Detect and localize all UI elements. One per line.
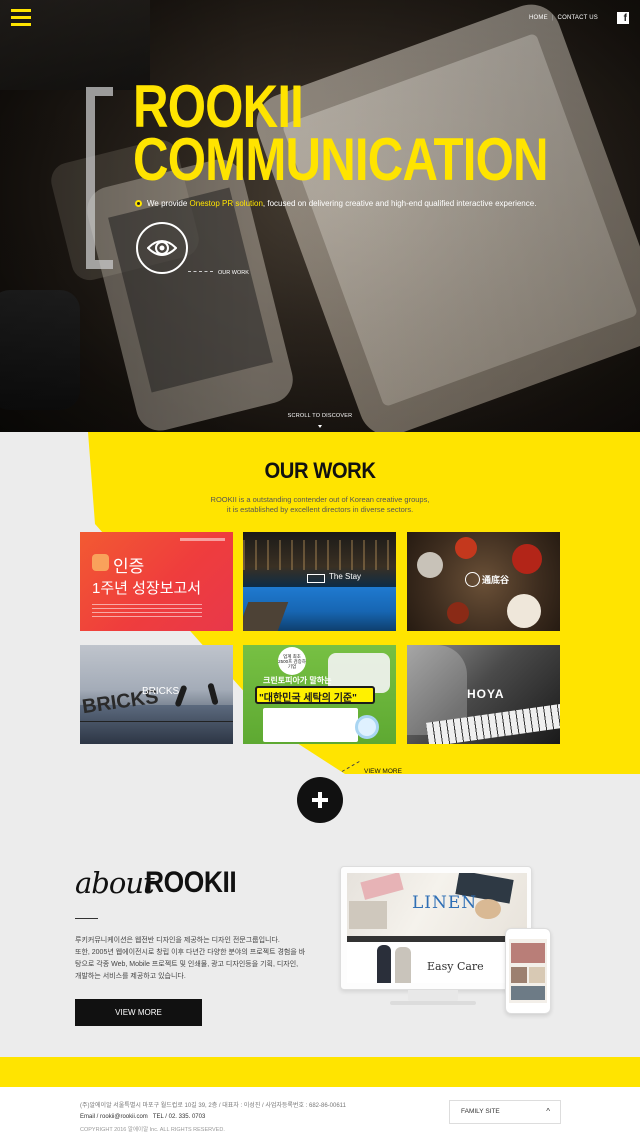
about-brand-title: ROOKII [145,866,237,899]
work-tile-the-stay[interactable]: The Stay [243,532,396,631]
top-links-separator: | [551,15,554,21]
tile-subtitle: 크린토피아가 말하는 [263,676,332,685]
footer-accent-band [0,1057,640,1087]
phone-image [511,967,527,983]
hero-title: ROOKII COMMUNICATION [133,77,549,193]
bullet-icon [135,200,142,207]
screen-slogan: Easy Care [427,960,484,973]
bowl [455,537,477,559]
about-text-line: 또한, 2005년 웹에이전시로 창립 이후 다년간 다양한 분야의 프로젝트 … [75,949,306,956]
work-tile-bricks[interactable]: BRICKS BRICKS [80,645,233,744]
tile-title: BRICKS [142,686,180,697]
hero-desc-suffix: , focused on delivering creative and hig… [262,199,537,208]
bowl [417,552,443,578]
t-logo-icon [92,554,109,571]
screen-model [377,945,391,983]
footer-copyright: COPYRIGHT 2016 알에이알 Inc. ALL RIGHTS RESE… [80,1127,225,1133]
about-view-more-button[interactable]: VIEW MORE [75,999,202,1026]
tile-text-lines [92,604,202,620]
tile-card [263,708,358,742]
screen-garment [349,901,387,929]
work-tile-restaurant[interactable]: 通底谷 [407,532,560,631]
plus-icon[interactable] [297,777,343,823]
hero-desc-highlight: Onestop PR solution [189,199,263,208]
about-divider [75,918,98,919]
tile-badge-text: 업계 최초 2500프 검증하기업 [278,654,306,669]
tile-subtitle: 1주년 성장보고서 [92,580,202,597]
bracket-decoration [86,87,113,269]
our-work-connector [188,271,213,272]
scroll-to-discover[interactable]: SCROLL TO DISCOVER [0,413,640,419]
phone-image [511,986,545,1000]
the-stay-logo-icon [307,574,325,583]
tile-title: The Stay [329,572,362,581]
footer-info: (주)알에이알 서울특별시 마포구 월드컵로 10길 39, 2층 / 대표자 … [80,1101,346,1123]
about-description: 루키커뮤니케이션은 웹전반 디자인을 제공하는 디자인 전문그룹입니다. 또한,… [75,935,325,983]
monitor-screen: LINEN Easy Care [347,873,527,983]
hero-desc-prefix: We provide [147,199,190,208]
monitor-mockup: LINEN Easy Care [340,866,532,990]
tile-title: 通底谷 [482,575,510,585]
footer-email-label: Email / [80,1114,101,1120]
hamburger-menu-icon[interactable] [11,9,31,27]
phone-screen [509,939,547,1003]
family-site-select[interactable]: FAMILY SITE ^ [449,1100,561,1124]
about-text-line: 루키커뮤니케이션은 웹전반 디자인을 제공하는 디자인 전문그룹입니다. [75,937,280,944]
footer-tel: 02. 335. 0703 [168,1114,206,1120]
work-tile-certification-report[interactable]: 인증 1주년 성장보고서 [80,532,233,631]
work-tile-cleantopia[interactable]: 업계 최초 2500프 검증하기업 크린토피아가 말하는 "대한민국 세탁의 기… [243,645,396,744]
screen-hat [475,899,501,919]
our-work-subtitle: ROOKII is a outstanding contender out of… [0,495,640,514]
footer-address: (주)알에이알 서울특별시 마포구 월드컵로 10길 39, 2층 / 대표자 … [80,1103,346,1109]
restaurant-logo-icon [465,572,480,587]
tile-lights [243,540,396,570]
footer-contact: Email / rookii@rookii.com TEL / 02. 335.… [80,1112,346,1123]
screen-nav-bar [347,936,527,942]
top-links: HOME | CONTACT US [529,15,598,21]
bowl [447,602,469,624]
contact-link[interactable]: CONTACT US [558,15,598,21]
phone-image [529,967,545,983]
tile-tagline [180,538,225,541]
facebook-icon[interactable]: f [617,12,629,24]
home-link[interactable]: HOME [529,15,548,21]
tile-title: "대한민국 세탁의 기준" [259,693,357,704]
screen-brand: LINEN [412,893,478,913]
about-script-title: about [75,866,155,900]
footer-tel-label: TEL / [152,1114,169,1120]
hero-title-line2: COMMUNICATION [133,126,549,193]
view-more-link[interactable]: VIEW MORE [364,768,402,775]
our-work-sub-line1: ROOKII is a outstanding contender out of… [210,495,430,504]
our-work-sub-line2: it is established by excellent directors… [226,504,414,514]
family-site-label: FAMILY SITE [461,1108,500,1115]
footer-email[interactable]: rookii@rookii.com [100,1114,148,1120]
hero-section: HOME | CONTACT US f ROOKII COMMUNICATION W… [0,0,640,432]
washer-drum-icon [355,715,379,739]
jumping-person [207,682,219,706]
bowl [507,594,541,628]
chevron-up-icon: ^ [546,1107,550,1116]
about-text-line: 개발하는 서비스를 제공하고 있습니다. [75,973,186,980]
bowl [512,544,542,574]
tile-railing [80,721,233,722]
phone-image [511,943,545,963]
about-text-line: 탕으로 각종 Web, Mobile 프로젝트 및 인쇄물, 광고 디자인등을 … [75,961,299,968]
our-work-link[interactable]: OUR WORK [218,270,249,276]
monitor-base [390,1001,476,1005]
scroll-down-icon[interactable] [318,425,322,428]
hero-description: We provide Onestop PR solution, focused … [135,199,536,208]
our-work-title: OUR WORK [264,458,376,483]
phone-mockup [505,928,551,1014]
screen-model [395,947,411,983]
tile-title: 인증 [113,557,145,576]
tile-title: HOYA [467,687,505,701]
work-tile-hoya[interactable]: HOYA [407,645,560,744]
eye-icon[interactable] [136,222,188,274]
